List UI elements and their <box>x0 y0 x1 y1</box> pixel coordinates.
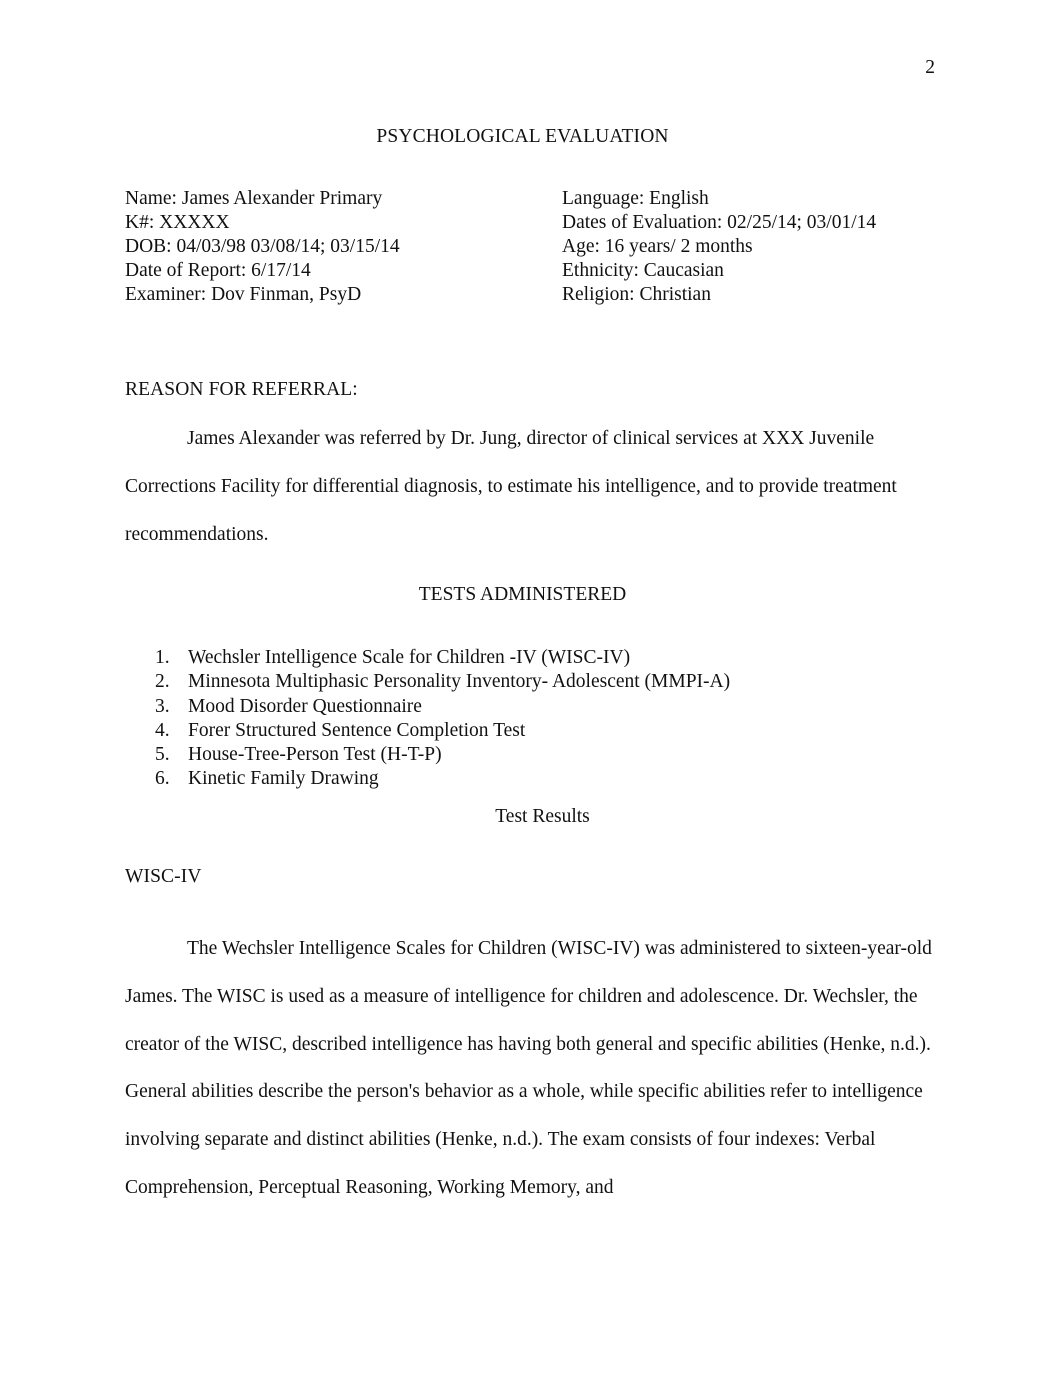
reason-for-referral-heading: REASON FOR REFERRAL: <box>125 379 358 400</box>
wisc-iv-subheading: WISC-IV <box>125 866 202 887</box>
info-row-date-of-report: Date of Report: 6/17/14 <box>125 260 311 281</box>
info-row-ethnicity: Ethnicity: Caucasian <box>562 260 724 281</box>
list-item: 2. Minnesota Multiphasic Personality Inv… <box>125 670 935 694</box>
test-results-heading: Test Results <box>495 806 590 827</box>
list-item-label: Mood Disorder Questionnaire <box>188 695 422 717</box>
page-number: 2 <box>925 57 935 78</box>
document-page: 2 PSYCHOLOGICAL EVALUATION Name: James A… <box>0 0 1062 1376</box>
list-item-number: 2. <box>155 671 170 693</box>
list-item: 1. Wechsler Intelligence Scale for Child… <box>125 646 935 670</box>
info-row-knumber: K#: XXXXX <box>125 212 230 233</box>
list-item-label: House-Tree-Person Test (H-T-P) <box>188 744 442 766</box>
list-item-label: Minnesota Multiphasic Personality Invent… <box>188 671 731 693</box>
reason-for-referral-paragraph: James Alexander was referred by Dr. Jung… <box>125 415 937 558</box>
list-item-label: Forer Structured Sentence Completion Tes… <box>188 719 526 741</box>
list-item: 6. Kinetic Family Drawing <box>125 767 935 791</box>
list-item-number: 4. <box>155 719 170 741</box>
list-item-number: 6. <box>155 768 170 790</box>
list-item-number: 3. <box>155 695 170 717</box>
list-item-number: 5. <box>155 744 170 766</box>
info-row-name: Name: James Alexander Primary <box>125 188 383 209</box>
client-info-block: Name: James Alexander Primary K#: XXXXX … <box>125 187 935 312</box>
tests-administered-list: 1. Wechsler Intelligence Scale for Child… <box>125 646 935 792</box>
client-info-left-column: Name: James Alexander Primary K#: XXXXX … <box>125 187 400 307</box>
tests-administered-heading: TESTS ADMINISTERED <box>418 584 627 605</box>
list-item: 5. House-Tree-Person Test (H-T-P) <box>125 743 935 767</box>
page-title: PSYCHOLOGICAL EVALUATION <box>376 126 669 147</box>
info-row-dates-of-evaluation: Dates of Evaluation: 02/25/14; 03/01/14 <box>562 212 877 233</box>
list-item-label: Kinetic Family Drawing <box>188 768 379 790</box>
reason-for-referral-text: James Alexander was referred by Dr. Jung… <box>125 428 897 545</box>
wisc-iv-paragraph: The Wechsler Intelligence Scales for Chi… <box>125 925 937 1212</box>
list-item: 3. Mood Disorder Questionnaire <box>125 695 935 719</box>
wisc-iv-text: The Wechsler Intelligence Scales for Chi… <box>125 938 932 1198</box>
info-row-age: Age: 16 years/ 2 months <box>562 236 753 257</box>
info-row-dob: DOB: 04/03/98 03/08/14; 03/15/14 <box>125 236 400 257</box>
list-item-number: 1. <box>155 647 170 668</box>
info-row-language: Language: English <box>562 188 709 209</box>
list-item-label: Wechsler Intelligence Scale for Children… <box>188 647 631 668</box>
list-item: 4. Forer Structured Sentence Completion … <box>125 719 935 743</box>
info-row-examiner: Examiner: Dov Finman, PsyD <box>125 284 362 305</box>
client-info-right-column: Language: English Dates of Evaluation: 0… <box>562 187 876 307</box>
info-row-religion: Religion: Christian <box>562 284 711 305</box>
